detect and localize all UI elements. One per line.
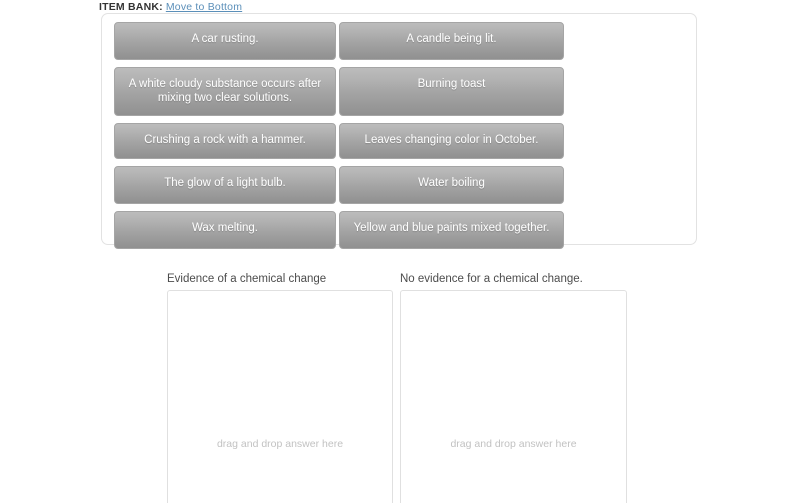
item-tile[interactable]: The glow of a light bulb. [114, 166, 336, 204]
drop-zone-target[interactable]: drag and drop answer here [400, 290, 627, 503]
item-bank-tile-grid: A car rusting. A candle being lit. A whi… [114, 22, 564, 256]
item-tile[interactable]: Water boiling [339, 166, 564, 204]
drop-zone-placeholder: drag and drop answer here [216, 438, 344, 450]
question-page: ITEM BANK: Move to Bottom A car rusting. … [0, 0, 800, 503]
item-tile[interactable]: Wax melting. [114, 211, 336, 249]
item-bank-row: Crushing a rock with a hammer. Leaves ch… [114, 123, 564, 159]
item-tile[interactable]: Crushing a rock with a hammer. [114, 123, 336, 159]
item-bank-row: A white cloudy substance occurs after mi… [114, 67, 564, 116]
item-bank-row: The glow of a light bulb. Water boiling [114, 166, 564, 204]
item-bank-label: ITEM BANK: [99, 1, 163, 13]
drop-zone-label: Evidence of a chemical change [167, 273, 327, 285]
drop-zone-column-no-chemical-change: No evidence for a chemical change. drag … [400, 272, 627, 503]
item-bank-panel: A car rusting. A candle being lit. A whi… [101, 13, 697, 249]
item-bank-row: Wax melting. Yellow and blue paints mixe… [114, 211, 564, 249]
item-tile[interactable]: A white cloudy substance occurs after mi… [114, 67, 336, 116]
item-tile[interactable]: Yellow and blue paints mixed together. [339, 211, 564, 249]
drop-zone-placeholder: drag and drop answer here [450, 438, 577, 450]
drop-zone-target[interactable]: drag and drop answer here [167, 290, 393, 503]
item-tile[interactable]: Burning toast [339, 67, 564, 116]
drop-zone-label: No evidence for a chemical change. [400, 273, 583, 285]
item-tile[interactable]: Leaves changing color in October. [339, 123, 564, 159]
move-to-bottom-link[interactable]: Move to Bottom [166, 1, 242, 13]
item-bank-row: A car rusting. A candle being lit. [114, 22, 564, 60]
item-tile[interactable]: A car rusting. [114, 22, 336, 60]
item-tile[interactable]: A candle being lit. [339, 22, 564, 60]
drop-zone-column-chemical-change: Evidence of a chemical change drag and d… [167, 272, 393, 503]
